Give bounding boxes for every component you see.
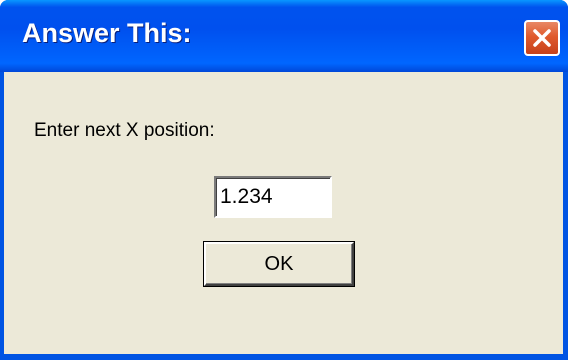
ok-button[interactable]: OK (204, 242, 354, 286)
window-title: Answer This: (22, 18, 192, 48)
answer-dialog: Answer This: Enter next X position: OK (0, 0, 568, 360)
x-position-input[interactable] (214, 176, 332, 218)
dialog-body: Enter next X position: OK (4, 72, 563, 354)
close-icon (533, 29, 551, 47)
close-button[interactable] (524, 20, 560, 56)
title-bar[interactable]: Answer This: (0, 0, 568, 72)
prompt-label: Enter next X position: (34, 120, 215, 141)
